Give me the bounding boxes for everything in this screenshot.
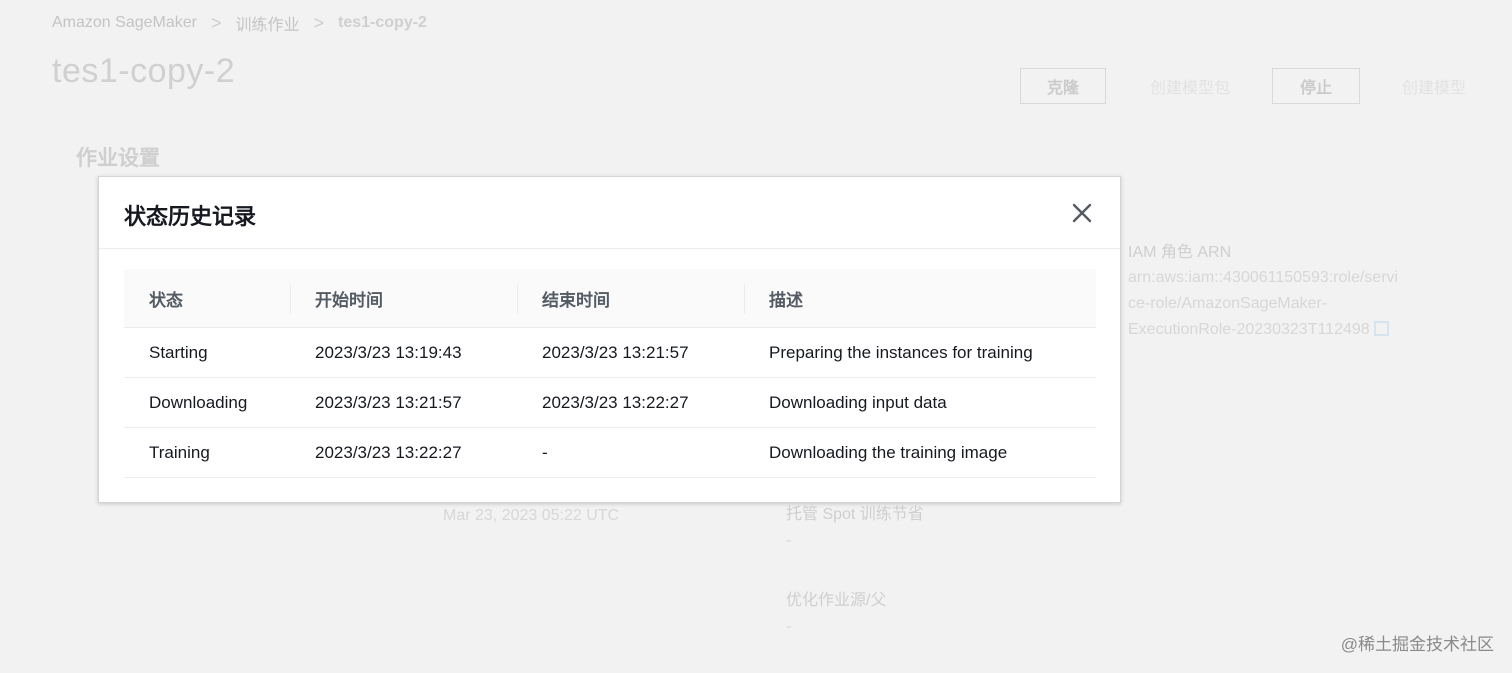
modal-header: 状态历史记录 [99, 177, 1120, 249]
iam-role-value[interactable]: arn:aws:iam::430061150593:role/servi ce-… [1128, 265, 1398, 343]
iam-role-value-line1: arn:aws:iam::430061150593:role/servi [1128, 269, 1399, 286]
status-history-table: 状态 开始时间 结束时间 描述 Starting 2023/3/23 13:19… [124, 269, 1096, 478]
spot-savings-value: - [786, 532, 792, 549]
modal-title: 状态历史记录 [124, 204, 257, 229]
iam-role-value-line3: ExecutionRole-20230323T112498 [1128, 317, 1398, 343]
spot-savings-label: 托管 Spot 训练节省 [786, 506, 924, 523]
close-icon[interactable] [1070, 201, 1094, 225]
cell-end-time: 2023/3/23 13:21:57 [542, 342, 689, 362]
tuning-job-label: 优化作业源/父 [786, 592, 887, 609]
column-header-end-time: 结束时间 [517, 269, 744, 327]
cell-description: Downloading input data [769, 392, 947, 412]
cell-start-time: 2023/3/23 13:22:27 [315, 442, 462, 462]
breadcrumb-separator: > [313, 13, 325, 33]
iam-role-label: IAM 角色 ARN [1128, 244, 1232, 261]
training-time-value: Mar 23, 2023 05:22 UTC [443, 507, 620, 524]
create-model-button[interactable]: 创建模型 [1394, 68, 1474, 104]
cell-description: Downloading the training image [769, 442, 1008, 462]
column-header-description: 描述 [744, 269, 1096, 327]
table-header: 状态 开始时间 结束时间 描述 [124, 269, 1096, 328]
watermark: @稀土掘金技术社区 [1340, 635, 1494, 654]
section-title: 作业设置 [76, 147, 160, 170]
breadcrumb-sagemaker[interactable]: Amazon SageMaker [52, 14, 197, 32]
page-title: tes1-copy-2 [52, 52, 236, 90]
cell-end-time: 2023/3/23 13:22:27 [542, 392, 689, 412]
create-model-package-button[interactable]: 创建模型包 [1142, 68, 1238, 104]
column-header-start-time: 开始时间 [290, 269, 517, 327]
cell-start-time: 2023/3/23 13:21:57 [315, 392, 462, 412]
cell-end-time: - [542, 442, 548, 462]
table-row: Training 2023/3/23 13:22:27 - Downloadin… [124, 428, 1096, 478]
column-header-status: 状态 [149, 290, 183, 310]
stop-button[interactable]: 停止 [1272, 68, 1360, 104]
table-row: Downloading 2023/3/23 13:21:57 2023/3/23… [124, 378, 1096, 428]
cell-status: Training [149, 442, 210, 462]
action-bar: 克隆 创建模型包 停止 创建模型 [1020, 68, 1490, 104]
table-row: Starting 2023/3/23 13:19:43 2023/3/23 13… [124, 328, 1096, 378]
external-link-icon[interactable] [1373, 321, 1389, 336]
breadcrumb: Amazon SageMaker > 训练作业 > tes1-copy-2 [52, 12, 427, 34]
cell-status: Starting [149, 342, 208, 362]
page-root: Amazon SageMaker > 训练作业 > tes1-copy-2 te… [0, 0, 1512, 673]
tuning-job-value: - [786, 618, 792, 635]
clone-button[interactable]: 克隆 [1020, 68, 1106, 104]
cell-status: Downloading [149, 392, 248, 412]
cell-description: Preparing the instances for training [769, 342, 1033, 362]
breadcrumb-separator: > [210, 13, 222, 33]
breadcrumb-current: tes1-copy-2 [338, 14, 427, 31]
cell-start-time: 2023/3/23 13:19:43 [315, 342, 462, 362]
breadcrumb-training-jobs[interactable]: 训练作业 [235, 11, 299, 35]
iam-role-value-line2: ce-role/AmazonSageMaker- [1128, 295, 1328, 312]
status-history-modal: 状态历史记录 状态 开始时间 结束时间 描述 Starting 2023/3/2… [98, 176, 1121, 503]
